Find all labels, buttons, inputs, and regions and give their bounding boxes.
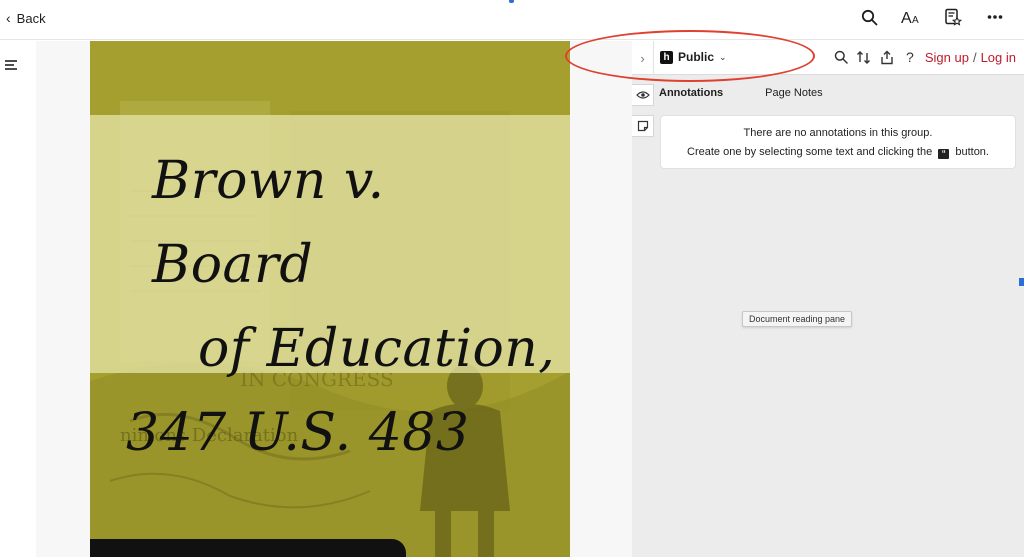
tab-annotations[interactable]: Annotations [659, 87, 723, 99]
sidebar-toolbar: › h Public ⌄ ? Sign up / Log in [632, 41, 1024, 75]
group-name: Public [678, 50, 715, 64]
new-page-note-button[interactable] [632, 115, 654, 137]
left-rail [0, 41, 36, 557]
reading-list-icon[interactable] [942, 6, 964, 28]
annotate-button-icon: “ [938, 149, 950, 159]
empty-message-line: There are no annotations in this group. [743, 127, 933, 139]
empty-message-text: button. [955, 146, 989, 158]
cover-title-line: 347 U.S. 483 [126, 403, 470, 463]
sidebar-tools: ? Sign up / Log in [833, 49, 1016, 65]
collapse-sidebar-button[interactable]: › [632, 41, 654, 75]
auth-links: Sign up / Log in [925, 50, 1016, 65]
sort-icon[interactable] [856, 49, 872, 65]
scroll-indicator [1019, 278, 1024, 286]
top-indicator [509, 0, 514, 3]
sidebar-tabs: Annotations Page Notes [659, 87, 823, 99]
tooltip: Document reading pane [742, 311, 853, 327]
svg-text:A: A [901, 10, 912, 26]
cover-title-line: of Education, [198, 319, 556, 379]
svg-text:A: A [912, 15, 919, 26]
chevron-left-icon: ‹ [6, 10, 11, 26]
search-annotations-icon[interactable] [833, 49, 849, 65]
empty-annotations-message: There are no annotations in this group. … [660, 115, 1016, 169]
eye-icon [635, 91, 650, 99]
empty-message-text: Create one by selecting some text and cl… [687, 146, 933, 158]
top-toolbar: AA [858, 6, 1006, 28]
search-icon[interactable] [858, 6, 880, 28]
cover-title: Brown v. Board of Education, 347 U.S. 48… [122, 139, 562, 475]
back-button[interactable]: ‹ Back [6, 8, 46, 28]
note-icon [637, 120, 648, 132]
top-bar: ‹ Back AA [0, 0, 1024, 40]
chevron-down-icon: ⌄ [719, 51, 727, 62]
empty-message-line: Create one by selecting some text and cl… [661, 143, 1015, 162]
more-icon[interactable] [984, 6, 1006, 28]
tab-page-notes[interactable]: Page Notes [765, 87, 822, 99]
hypothesis-logo-icon: h [660, 50, 673, 64]
cover-bottom-strip [90, 539, 406, 557]
group-selector[interactable]: h Public ⌄ [660, 50, 727, 64]
sidebar-rail [632, 75, 654, 557]
document-reading-pane[interactable]: nimons Declaration IN CONGRESS Brown v. … [36, 41, 632, 557]
chevron-right-icon: › [640, 50, 645, 66]
help-icon[interactable]: ? [902, 49, 918, 65]
cover-title-line: Brown v. Board [152, 151, 385, 295]
table-of-contents-icon[interactable] [4, 58, 18, 72]
annotation-sidebar: › h Public ⌄ ? Sign up / Log in Annotati… [632, 41, 1024, 557]
share-icon[interactable] [879, 49, 895, 65]
text-size-icon[interactable]: AA [900, 6, 922, 28]
book-cover: nimons Declaration IN CONGRESS Brown v. … [90, 41, 570, 557]
sign-up-link[interactable]: Sign up [925, 50, 969, 65]
log-in-link[interactable]: Log in [981, 50, 1016, 65]
auth-separator: / [972, 49, 977, 65]
show-highlights-button[interactable] [632, 84, 654, 106]
back-label: Back [16, 10, 46, 26]
